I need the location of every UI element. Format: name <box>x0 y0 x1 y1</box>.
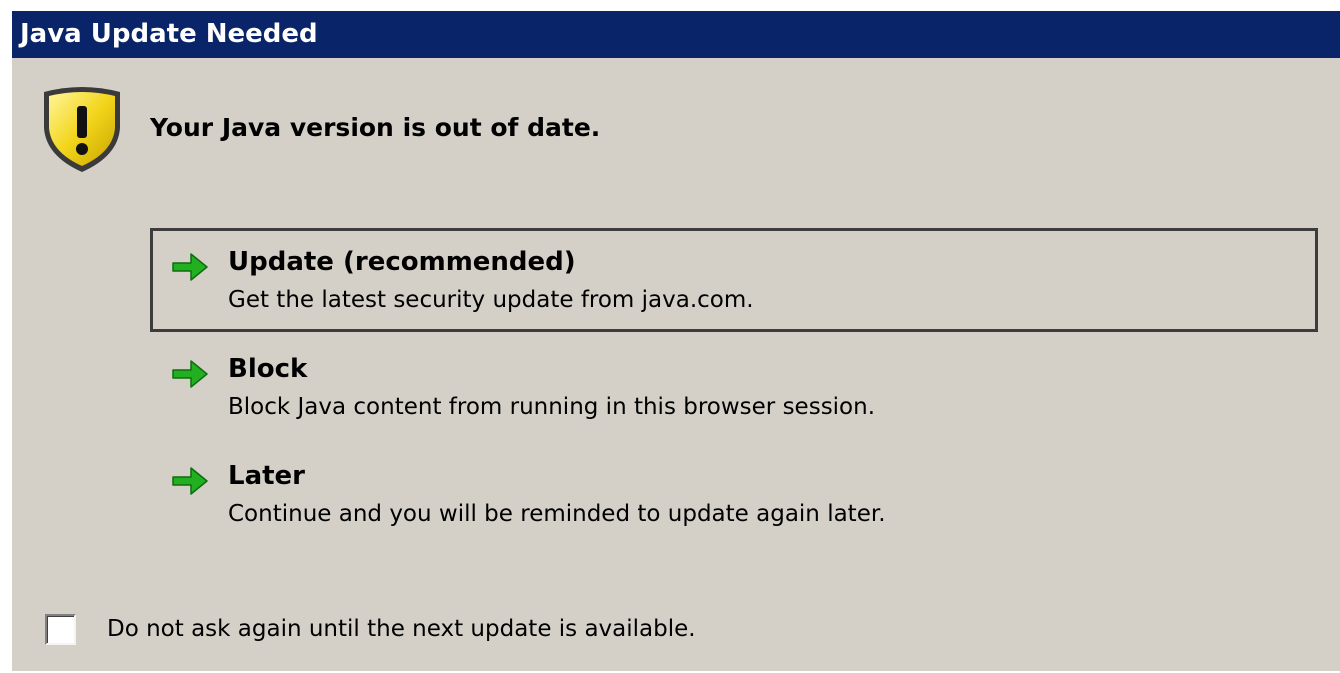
block-option[interactable]: Block Block Java content from running in… <box>150 335 1318 439</box>
block-option-title: Block <box>228 354 308 384</box>
java-update-dialog: Java Update Needed Your Java version is … <box>12 11 1340 671</box>
later-option-description: Continue and you will be reminded to upd… <box>228 501 886 527</box>
do-not-ask-again-label[interactable]: Do not ask again until the next update i… <box>107 616 696 642</box>
headline-message: Your Java version is out of date. <box>150 113 601 142</box>
green-arrow-icon <box>171 358 209 390</box>
do-not-ask-again-checkbox-row[interactable]: Do not ask again until the next update i… <box>45 611 845 651</box>
update-option-description: Get the latest security update from java… <box>228 287 754 313</box>
green-arrow-icon <box>171 465 209 497</box>
later-option-title: Later <box>228 461 305 491</box>
block-option-description: Block Java content from running in this … <box>228 394 876 420</box>
do-not-ask-again-checkbox[interactable] <box>45 614 76 645</box>
warning-shield-icon <box>40 86 124 174</box>
window-title: Java Update Needed <box>20 19 318 49</box>
later-option[interactable]: Later Continue and you will be reminded … <box>150 442 1318 546</box>
title-bar[interactable]: Java Update Needed <box>12 11 1340 58</box>
update-option-title: Update (recommended) <box>228 247 576 277</box>
green-arrow-icon <box>171 251 209 283</box>
update-option[interactable]: Update (recommended) Get the latest secu… <box>150 228 1318 332</box>
